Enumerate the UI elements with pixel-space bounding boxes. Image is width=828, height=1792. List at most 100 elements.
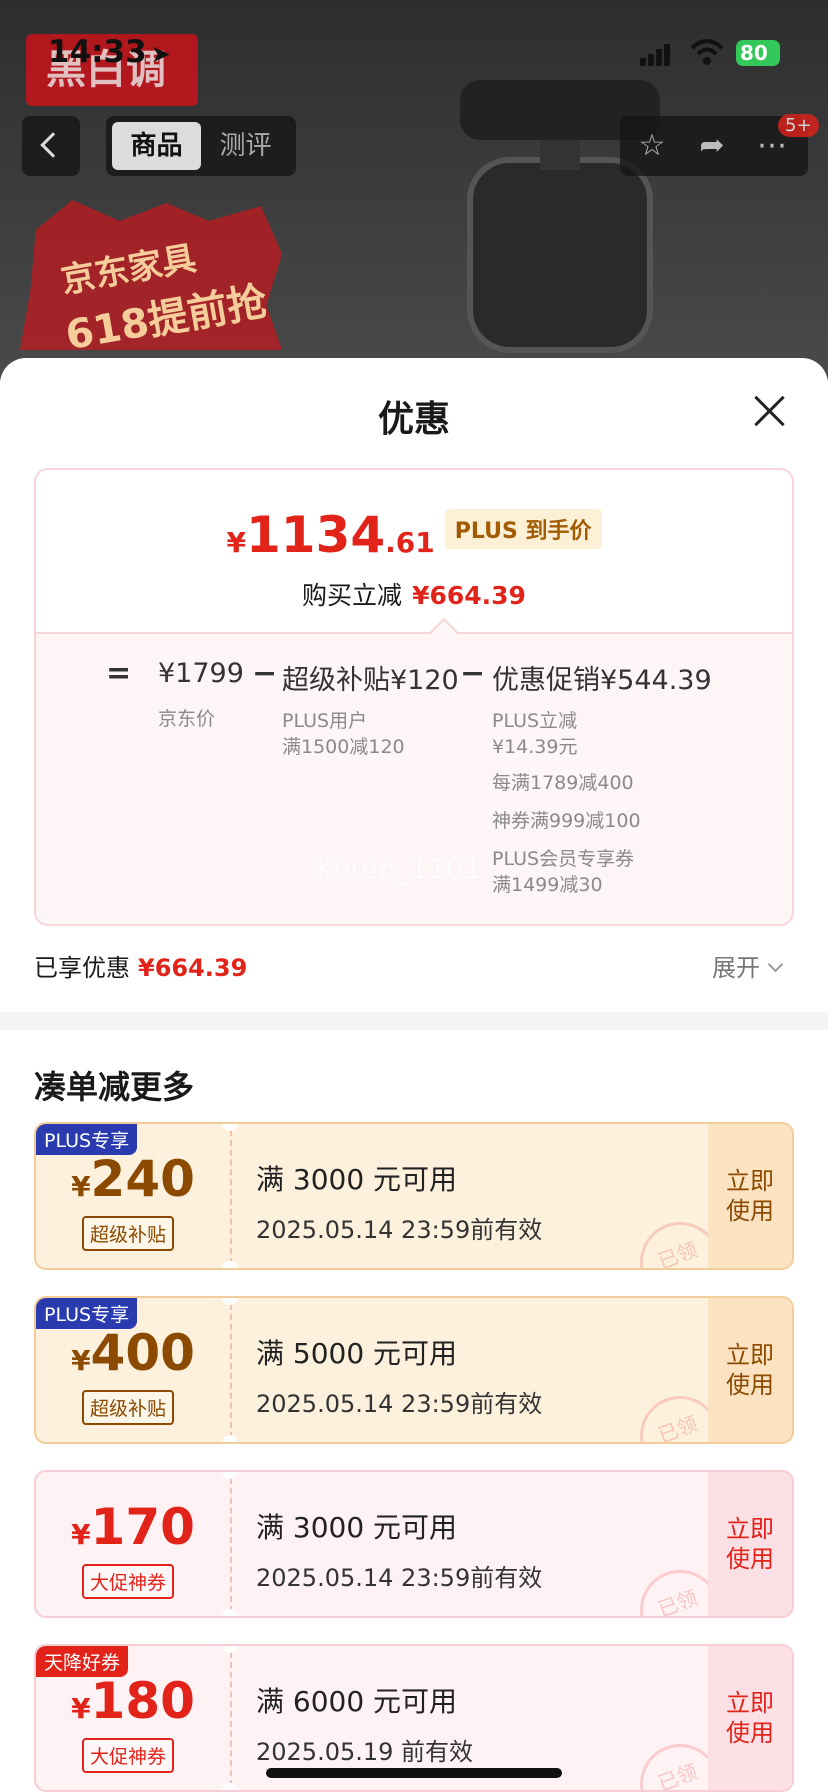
favorite-star-icon[interactable]: ☆ <box>634 128 670 164</box>
coupon-notch <box>222 1124 238 1131</box>
coupon-condition: 满 6000 元可用 <box>256 1685 458 1718</box>
coupon-currency: ¥ <box>71 1170 91 1203</box>
base-price: ¥1799 <box>158 658 244 689</box>
minus-sign: − <box>252 656 278 691</box>
coupon-currency: ¥ <box>71 1518 91 1551</box>
coupon-notch <box>222 1298 238 1305</box>
coupon-card: PLUS专享 ¥240 超级补贴 满 3000 元可用 2025.05.14 2… <box>34 1122 794 1270</box>
page-tabs: 商品 测评 <box>106 116 296 176</box>
coupon-amount: ¥400 <box>36 1324 230 1382</box>
price-decimal: .61 <box>385 526 435 559</box>
subsidy-note: PLUS用户 <box>282 710 368 732</box>
coupon-condition: 满 3000 元可用 <box>256 1163 458 1196</box>
coupon-currency: ¥ <box>71 1692 91 1725</box>
coupon-value: 180 <box>90 1672 195 1730</box>
promo-note: 满1499减30 <box>492 874 603 896</box>
wifi-icon <box>690 39 724 65</box>
coupon-separator <box>230 1130 232 1264</box>
use-now-button[interactable]: 立即 使用 <box>708 1298 792 1442</box>
coupon-type-chip: 大促神券 <box>82 1738 175 1773</box>
tab-review[interactable]: 测评 <box>201 122 290 170</box>
expand-label: 展开 <box>712 954 760 982</box>
notification-badge: 5+ <box>778 114 819 137</box>
status-time: 14:33 ➤ <box>48 34 171 70</box>
price-formula-section: = ¥1799 京东价 − 超级补贴¥120 PLUS用户 满1500减120 … <box>36 632 792 924</box>
coupon-notch <box>222 1261 238 1268</box>
coupon-condition: 满 5000 元可用 <box>256 1337 458 1370</box>
promo-note: 神券满999减100 <box>492 810 641 832</box>
subsidy-amount: 超级补贴¥120 <box>282 665 459 696</box>
price-currency: ¥ <box>226 526 246 559</box>
promo-note: PLUS立减 <box>492 710 578 732</box>
instant-discount-label: 购买立减 <box>302 581 403 610</box>
coupon-value: 240 <box>90 1150 195 1208</box>
chair-image <box>460 80 660 353</box>
use-now-label: 使用 <box>726 1719 774 1747</box>
coupon-notch <box>222 1435 238 1442</box>
promo-note: 每满1789减400 <box>492 772 634 794</box>
chevron-down-icon <box>767 956 784 973</box>
coupon-card: PLUS专享 ¥400 超级补贴 满 5000 元可用 2025.05.14 2… <box>34 1296 794 1444</box>
home-indicator[interactable] <box>266 1768 562 1778</box>
promo-amount: 优惠促销¥544.39 <box>492 665 712 696</box>
enjoyed-discount-label: 已享优惠 <box>34 954 130 982</box>
use-now-button[interactable]: 立即 使用 <box>708 1472 792 1616</box>
share-icon[interactable]: ➦ <box>694 128 730 164</box>
use-now-label: 立即 <box>726 1515 774 1543</box>
instant-discount-value: ¥664.39 <box>412 581 526 610</box>
coupon-amount: ¥240 <box>36 1150 230 1208</box>
location-arrow-icon: ➤ <box>150 40 171 68</box>
battery-indicator: 80 <box>736 40 780 66</box>
coupon-type-chip: 超级补贴 <box>82 1216 175 1251</box>
enjoyed-discount: 已享优惠 ¥664.39 <box>34 948 247 983</box>
status-bar: 14:33 ➤ 80 <box>0 0 828 100</box>
section-divider <box>0 1012 828 1030</box>
plus-price-tag: PLUS 到手价 <box>444 509 602 549</box>
coupon-currency: ¥ <box>71 1344 91 1377</box>
coupon-notch <box>222 1609 238 1616</box>
final-price-section: ¥1134.61 PLUS 到手价 购买立减 ¥664.39 <box>36 470 792 632</box>
use-now-label: 使用 <box>726 1545 774 1573</box>
price-integer: 1134 <box>245 506 386 564</box>
use-now-label: 立即 <box>726 1167 774 1195</box>
coupon-notch <box>222 1472 238 1479</box>
tab-product[interactable]: 商品 <box>112 122 201 170</box>
instant-discount: 购买立减 ¥664.39 <box>36 576 792 612</box>
coupon-condition: 满 3000 元可用 <box>256 1511 458 1544</box>
minus-sign: − <box>460 656 486 691</box>
coupon-value: 170 <box>90 1498 195 1556</box>
coupon-notch <box>222 1646 238 1653</box>
coupon-separator <box>230 1652 232 1786</box>
base-price-label: 京东价 <box>158 708 216 730</box>
expand-button[interactable]: 展开 <box>712 948 784 983</box>
use-now-label: 立即 <box>726 1689 774 1717</box>
coupon-amount: ¥180 <box>36 1672 230 1730</box>
discount-sheet: 优惠 ¥1134.61 PLUS 到手价 购买立减 ¥664.39 = ¥1799 … <box>0 358 828 1792</box>
coupon-validity: 2025.05.14 23:59前有效 <box>256 1390 543 1418</box>
use-now-label: 使用 <box>726 1197 774 1225</box>
use-now-button[interactable]: 立即 使用 <box>708 1646 792 1790</box>
back-chevron-icon <box>40 132 66 158</box>
subsidy-note: 满1500减120 <box>282 736 405 758</box>
section-title: 凑单减更多 <box>34 1068 195 1106</box>
use-now-label: 使用 <box>726 1371 774 1399</box>
watermark: Koren_1101 <box>316 852 482 885</box>
coupon-type-chip: 超级补贴 <box>82 1390 175 1425</box>
close-icon[interactable] <box>752 394 786 428</box>
coupon-validity: 2025.05.14 23:59前有效 <box>256 1216 543 1244</box>
coupon-separator <box>230 1304 232 1438</box>
promo-note: PLUS会员专享券 <box>492 848 635 870</box>
promo-badge: 京东家具 618提前抢 <box>20 200 282 359</box>
sheet-title: 优惠 <box>377 399 450 440</box>
back-button[interactable] <box>22 116 80 176</box>
cellular-signal-icon <box>640 44 672 66</box>
use-now-button[interactable]: 立即 使用 <box>708 1124 792 1268</box>
equals-sign: = <box>106 656 132 691</box>
coupon-amount: ¥170 <box>36 1498 230 1556</box>
coupon-type-chip: 大促神券 <box>82 1564 175 1599</box>
use-now-label: 立即 <box>726 1341 774 1369</box>
final-price: ¥1134.61 PLUS 到手价 <box>36 506 792 564</box>
coupon-value: 400 <box>90 1324 195 1382</box>
coupon-notch <box>222 1783 238 1790</box>
price-breakdown-card: ¥1134.61 PLUS 到手价 购买立减 ¥664.39 = ¥1799 京东价… <box>34 468 794 926</box>
